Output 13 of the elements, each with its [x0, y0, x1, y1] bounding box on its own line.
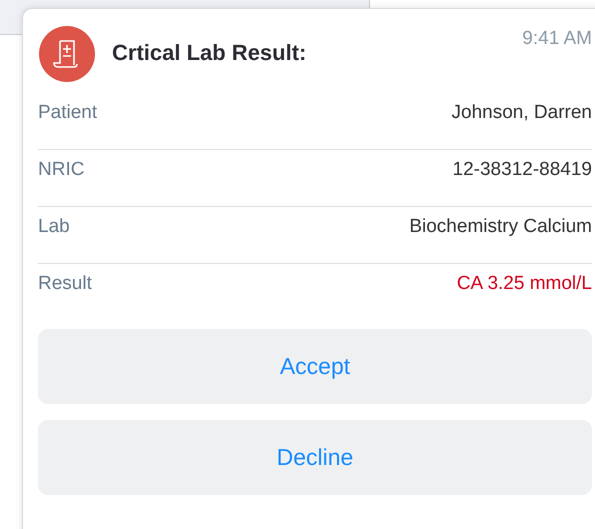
- notification-title: Crtical Lab Result:: [112, 39, 308, 67]
- action-button[interactable]: Accept: [38, 329, 592, 404]
- medical-document-icon: [38, 25, 96, 83]
- field-label: Patient: [38, 101, 98, 125]
- field-label: Lab: [38, 215, 70, 239]
- field-value: 12-38312-88419: [452, 158, 592, 182]
- field-value: CA 3.25 mmol/L: [456, 272, 592, 296]
- notification-time: 9:41 AM: [522, 27, 592, 51]
- field-value: Johnson, Darren: [452, 101, 592, 125]
- field-label: NRIC: [38, 158, 84, 182]
- action-button[interactable]: Decline: [38, 420, 592, 495]
- field-label: Result: [38, 272, 92, 296]
- field-value: Biochemistry Calcium: [409, 215, 592, 239]
